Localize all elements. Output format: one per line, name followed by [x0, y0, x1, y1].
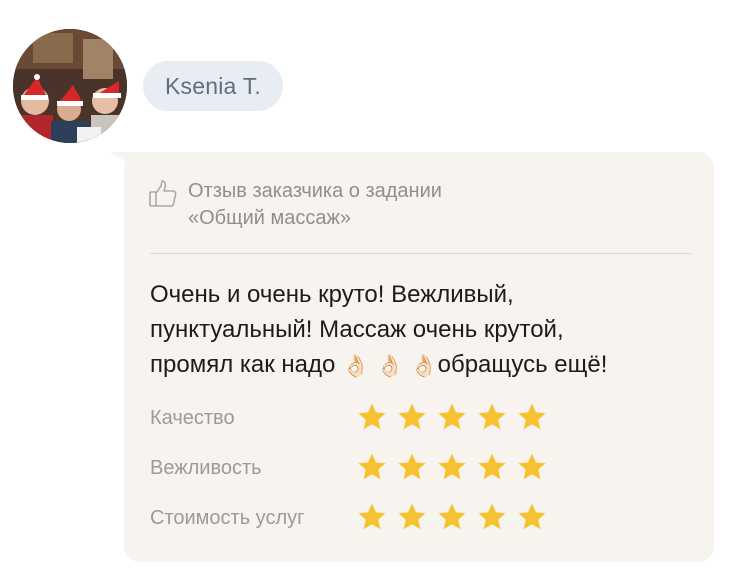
- star-filled-icon: [437, 402, 467, 432]
- ok-hand-emoji: 👌🏻: [342, 353, 370, 378]
- rating-label: Вежливость: [150, 457, 262, 479]
- star-rating: [357, 402, 557, 432]
- ratings-list: Качество Вежливость Стоимость услуг: [150, 399, 600, 549]
- star-rating: [357, 452, 557, 482]
- ok-hand-emoji: 👌🏻: [376, 353, 404, 378]
- star-filled-icon: [357, 402, 387, 432]
- star-filled-icon: [517, 402, 547, 432]
- star-rating: [357, 502, 557, 532]
- divider: [150, 253, 691, 254]
- star-filled-icon: [397, 452, 427, 482]
- reviewer-name[interactable]: Ksenia T.: [143, 61, 283, 111]
- review-header: Отзыв заказчика о задании «Общий массаж»: [148, 178, 442, 232]
- star-filled-icon: [477, 502, 507, 532]
- star-filled-icon: [437, 452, 467, 482]
- rating-label: Качество: [150, 407, 235, 429]
- star-filled-icon: [477, 452, 507, 482]
- star-filled-icon: [477, 402, 507, 432]
- star-filled-icon: [517, 452, 547, 482]
- review-card: Отзыв заказчика о задании «Общий массаж»…: [124, 152, 714, 562]
- thumbs-up-icon: [148, 179, 178, 209]
- star-filled-icon: [357, 502, 387, 532]
- review-title: Отзыв заказчика о задании «Общий массаж»: [188, 178, 442, 232]
- rating-row-quality: Качество: [150, 399, 600, 449]
- star-filled-icon: [357, 452, 387, 482]
- reviewer-avatar[interactable]: [13, 29, 127, 143]
- review-text-line1: Очень и очень круто! Вежливый,: [150, 281, 514, 308]
- star-filled-icon: [517, 502, 547, 532]
- review-body: Очень и очень круто! Вежливый, пунктуаль…: [150, 277, 690, 382]
- rating-row-politeness: Вежливость: [150, 449, 600, 499]
- task-name: «Общий массаж»: [188, 207, 351, 229]
- review-title-line1: Отзыв заказчика о задании: [188, 180, 442, 202]
- review-text-line3-start: промял как надо: [150, 351, 336, 378]
- review-text-line2: пунктуальный! Массаж очень крутой,: [150, 316, 564, 343]
- ok-hand-emoji: 👌🏻: [410, 353, 438, 378]
- star-filled-icon: [397, 402, 427, 432]
- rating-row-price: Стоимость услуг: [150, 499, 600, 549]
- review-text-line3: промял как надо 👌🏻 👌🏻 👌🏻обращусь ещё!: [150, 347, 690, 382]
- star-filled-icon: [397, 502, 427, 532]
- rating-label: Стоимость услуг: [150, 507, 305, 529]
- review-text-line3-end: обращусь ещё!: [437, 351, 608, 378]
- avatar-photo: [13, 29, 127, 143]
- star-filled-icon: [437, 502, 467, 532]
